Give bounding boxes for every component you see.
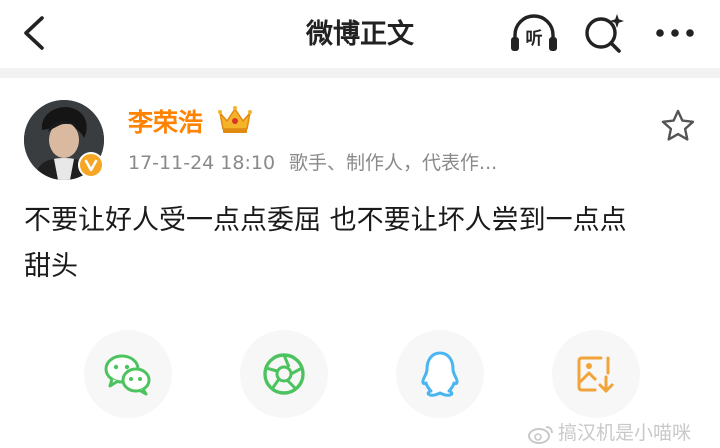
- post-timestamp: 17-11-24 18:10: [128, 152, 276, 174]
- wechat-icon: [104, 354, 151, 396]
- share-wechat-button[interactable]: [84, 330, 172, 418]
- share-qq-button[interactable]: [396, 330, 484, 418]
- moments-icon: [263, 353, 305, 395]
- more-dots-icon: [656, 29, 694, 37]
- post-text: 不要让好人受一点点委屈 也不要让坏人尝到一点点 甜头: [24, 198, 694, 290]
- listen-button[interactable]: 听: [507, 11, 561, 57]
- post-meta: 17-11-24 18:10 歌手、制作人，代表作...: [128, 148, 497, 175]
- post-text-line-2: 甜头: [24, 251, 78, 282]
- star-icon: [661, 109, 695, 141]
- crown-icon: [218, 106, 252, 133]
- section-divider: [0, 68, 720, 78]
- qq-icon: [421, 351, 459, 397]
- post-text-line-1: 不要让好人受一点点委屈 也不要让坏人尝到一点点: [24, 205, 627, 236]
- back-button[interactable]: [18, 14, 52, 52]
- weibo-logo-icon: [528, 425, 553, 444]
- share-moments-button[interactable]: [240, 330, 328, 418]
- top-nav-bar: 微博正文 听: [0, 0, 720, 68]
- watermark: 搞汉机是小喵咪: [528, 418, 691, 445]
- author-description: 歌手、制作人，代表作...: [289, 152, 498, 174]
- save-image-icon: [577, 356, 614, 393]
- more-button[interactable]: [652, 18, 698, 48]
- save-image-button[interactable]: [552, 330, 640, 418]
- author-name[interactable]: 李荣浩: [128, 103, 203, 139]
- search-button[interactable]: [582, 12, 626, 56]
- verified-badge-icon: [78, 152, 104, 178]
- listen-label: 听: [525, 29, 543, 49]
- watermark-text: 搞汉机是小喵咪: [558, 422, 692, 444]
- search-icon: [585, 14, 624, 53]
- favorite-button[interactable]: [660, 108, 696, 144]
- chevron-left-icon: [24, 16, 44, 50]
